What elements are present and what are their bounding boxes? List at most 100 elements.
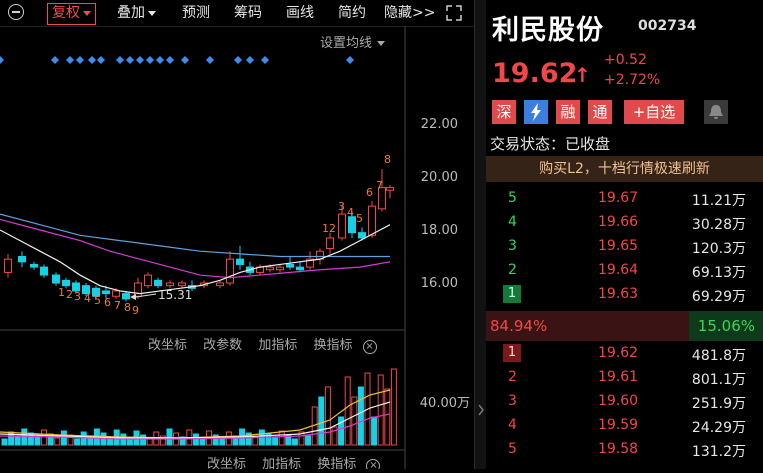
volume-bar <box>192 433 199 446</box>
add-indicator-button[interactable]: 加指标 <box>258 338 297 353</box>
volume-bar <box>390 368 397 446</box>
add-indicator-button[interactable]: 加指标 <box>262 457 301 469</box>
signal-diamond-icon <box>346 56 354 64</box>
signal-diamond-icon <box>76 56 84 64</box>
lightning-icon <box>531 103 541 121</box>
level-label: 4 <box>508 417 517 433</box>
switch-indicator-button[interactable]: 换指标 <box>313 338 352 353</box>
volume-bar <box>1 438 8 446</box>
volume-bar <box>166 428 173 446</box>
candle-body <box>102 290 110 295</box>
signal-diamond-icon <box>97 56 105 64</box>
buy-row[interactable]: 1 19.62 481.8万 <box>486 342 763 366</box>
td-count-down: 8 <box>124 301 131 314</box>
stock-name: 利民股份 <box>492 15 604 46</box>
order-price: 19.60 <box>598 393 639 409</box>
buy-row[interactable]: 3 19.60 251.9万 <box>486 390 763 414</box>
candlestick-chart[interactable]: 1 2 3 4 5 6 7 8 93 4 56781 215.31 <box>0 0 474 469</box>
td-count-down: 4 <box>84 292 91 305</box>
td-count-down: 1 <box>58 286 65 299</box>
buy-row[interactable]: 4 19.59 24.29万 <box>486 414 763 438</box>
volume-bar <box>140 434 147 446</box>
sell-row[interactable]: 5 19.67 11.21万 <box>486 187 763 211</box>
lightning-badge-icon[interactable] <box>524 100 548 124</box>
buy-row[interactable]: 5 19.58 131.2万 <box>486 438 763 462</box>
signal-diamond-icon <box>206 56 214 64</box>
buy-ratio: 84.94% <box>490 317 548 335</box>
price-change: +0.52 <box>604 52 647 68</box>
order-price: 19.66 <box>598 214 639 230</box>
margin-badge[interactable]: 融 <box>556 100 580 124</box>
order-volume: 11.21万 <box>691 193 746 209</box>
td-count-down: 7 <box>114 299 121 312</box>
candle-body <box>348 216 356 234</box>
add-watchlist-button[interactable]: +自选 <box>624 100 684 124</box>
candle-body <box>276 266 284 271</box>
order-volume: 69.29万 <box>691 289 746 305</box>
shenzhen-badge[interactable]: 深 <box>492 100 516 124</box>
td-count-up: 3 <box>338 200 345 213</box>
signal-diamond-icon <box>261 56 269 64</box>
buy-row[interactable]: 2 19.61 801.1万 <box>486 366 763 390</box>
volume-bar <box>318 396 325 446</box>
td-count-up: 8 <box>384 153 391 166</box>
sell-row[interactable]: 1 19.63 69.29万 <box>486 283 763 307</box>
order-price: 19.63 <box>598 286 639 302</box>
td-count-down: 3 <box>74 290 81 303</box>
candle-body <box>358 232 366 239</box>
order-volume: 481.8万 <box>691 348 746 364</box>
order-price: 19.64 <box>598 262 639 278</box>
signal-diamond-icon <box>0 56 4 64</box>
level-label: 2 <box>508 262 517 278</box>
signal-diamond-icon <box>246 56 254 64</box>
order-volume: 120.3万 <box>691 241 746 257</box>
td-count-up: 5 <box>356 212 363 225</box>
candle-body <box>296 266 304 271</box>
td-count-up: 2 <box>329 222 336 235</box>
change-params-button[interactable]: 改参数 <box>203 338 242 353</box>
volume-bar <box>14 435 21 446</box>
volume-bar <box>219 438 226 446</box>
td-count-down: 2 <box>66 288 73 301</box>
quote-panel: 利民股份 002734 19.62 ↑ +0.52 +2.72% 深 融 通 +… <box>486 0 763 469</box>
sell-row[interactable]: 3 19.65 120.3万 <box>486 235 763 259</box>
signal-diamond-icon <box>181 56 189 64</box>
td-count-up: 1 <box>322 222 329 235</box>
order-price: 19.65 <box>598 238 639 254</box>
order-volume: 131.2万 <box>691 444 746 460</box>
l2-promo-banner[interactable]: 购买L2，十档行情极速刷新 <box>486 156 763 182</box>
td-count-down: 9 <box>132 304 139 317</box>
candle-body <box>286 263 294 268</box>
change-axis-button[interactable]: 改坐标 <box>148 338 187 353</box>
change-axis-button[interactable]: 改坐标 <box>207 457 246 469</box>
sell-row[interactable]: 4 19.66 30.28万 <box>486 211 763 235</box>
trade-status: 交易状态：已收盘 <box>490 135 611 153</box>
indicator-button-row: 改坐标 改参数 加指标 换指标 × <box>148 334 377 354</box>
sell-row[interactable]: 2 19.64 69.13万 <box>486 259 763 283</box>
close-icon[interactable]: × <box>366 459 381 469</box>
volume-bar <box>357 386 364 446</box>
order-volume: 30.28万 <box>691 217 746 233</box>
current-price: 19.62 <box>492 58 578 89</box>
alarm-bell-icon <box>709 105 723 119</box>
signal-diamond-icon <box>88 56 96 64</box>
close-icon[interactable]: × <box>362 340 377 354</box>
signal-diamond-icon <box>156 56 164 64</box>
candle-body <box>368 205 376 236</box>
volume-bar <box>291 438 298 446</box>
candle-body <box>62 279 70 287</box>
stock-code: 002734 <box>638 18 697 34</box>
level-label: 1 <box>503 344 521 362</box>
signal-diamond-icon <box>166 56 174 64</box>
candle-body <box>226 258 234 284</box>
chart-panel: 复权 叠加 预测 筹码 画线 简约 隐藏>> 设置均线 22.00 20.00 … <box>0 0 474 469</box>
connect-badge[interactable]: 通 <box>588 100 612 124</box>
switch-indicator-button[interactable]: 换指标 <box>317 457 356 469</box>
level-label: 5 <box>508 441 517 457</box>
signal-diamond-icon <box>66 56 74 64</box>
td-count-down: 5 <box>94 294 101 307</box>
volume-bar <box>305 435 312 446</box>
candle-body <box>4 258 12 273</box>
bell-icon[interactable] <box>704 100 728 124</box>
signal-diamond-icon <box>51 56 59 64</box>
